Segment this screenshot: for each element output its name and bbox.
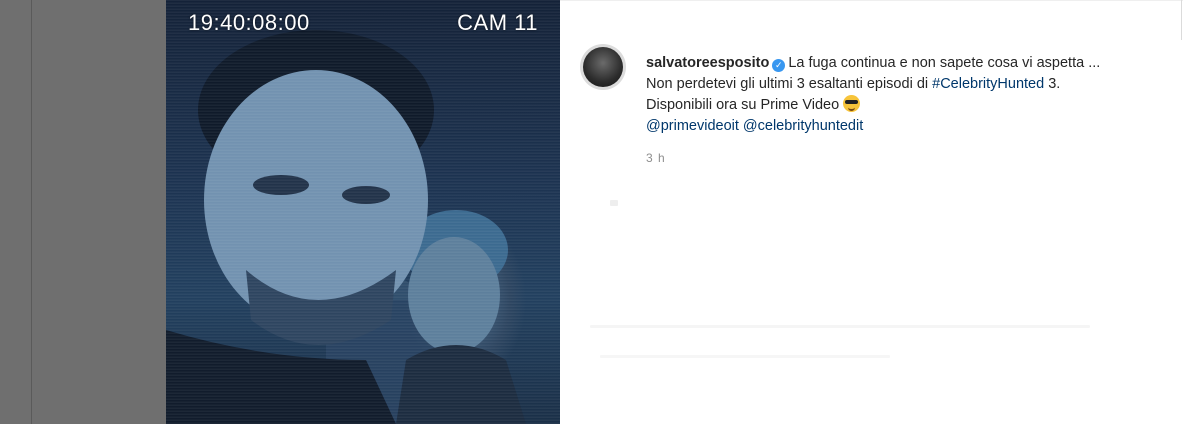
photo-figures — [166, 30, 526, 424]
ghost-mark — [590, 325, 1090, 328]
left-gutter — [0, 0, 166, 424]
ghost-mark — [600, 355, 890, 358]
cam-timestamp: 19:40:08:00 — [188, 10, 310, 35]
hashtag-link[interactable]: #CelebrityHunted — [932, 76, 1044, 92]
mention-link-celebrityhunted[interactable]: @celebrityhuntedit — [743, 118, 863, 134]
ghost-mark — [610, 200, 618, 206]
post-time[interactable]: 3 h — [646, 151, 666, 165]
panel-top-border — [560, 0, 1183, 1]
sunglasses-emoji-icon — [843, 95, 861, 112]
panel-right-border — [1181, 0, 1182, 40]
verified-badge-icon: ✓ — [772, 59, 786, 72]
avatar[interactable] — [580, 44, 626, 90]
username-link[interactable]: salvatoreesposito — [646, 55, 769, 71]
post-photo[interactable]: 19:40:08:00 CAM 11 — [166, 0, 560, 424]
caption: salvatoreesposito ✓ La fuga continua e non… — [646, 53, 1116, 137]
gutter-divider — [31, 0, 32, 424]
avatar-image — [583, 47, 623, 87]
cam-label: CAM 11 — [457, 10, 538, 35]
mention-link-primevideo[interactable]: @primevideoit — [646, 118, 739, 134]
